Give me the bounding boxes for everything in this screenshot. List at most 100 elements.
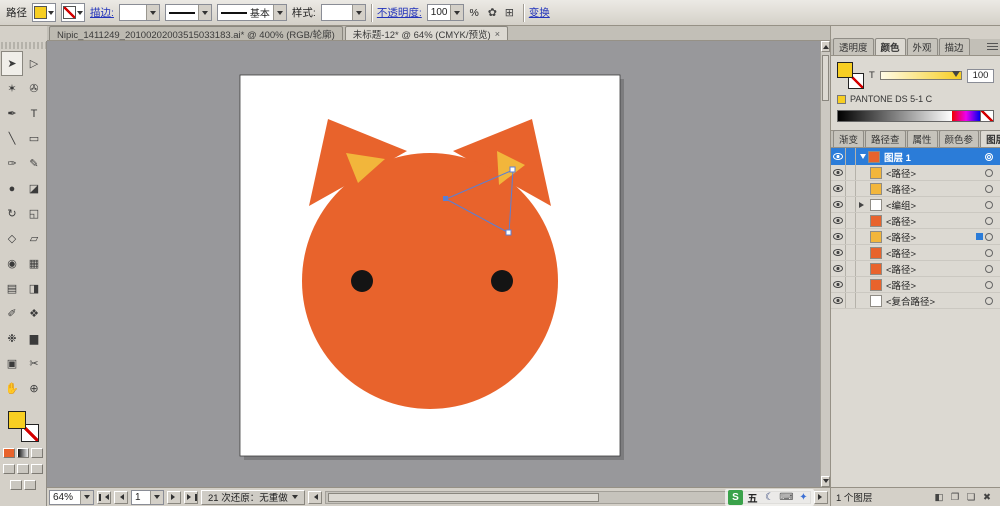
vertical-scrollbar[interactable] xyxy=(820,41,830,487)
zoom-select[interactable]: 64% xyxy=(49,490,94,505)
transform-link[interactable]: 变换 xyxy=(529,5,550,20)
color-spectrum-bar[interactable] xyxy=(837,110,994,122)
layer-item-label[interactable]: <编组> xyxy=(886,198,985,212)
last-artboard-button[interactable] xyxy=(184,491,198,504)
cat-head[interactable] xyxy=(302,153,558,409)
fill-swatch[interactable] xyxy=(837,62,853,78)
eyedropper-tool[interactable]: ✐ xyxy=(1,301,23,326)
stroke-weight-select[interactable] xyxy=(119,4,160,21)
toolbox-icon[interactable]: ✦ xyxy=(796,490,811,505)
eraser-tool[interactable]: ◪ xyxy=(23,176,45,201)
line-segment-tool[interactable]: ╲ xyxy=(1,126,23,151)
moon-icon[interactable]: ☾ xyxy=(762,490,777,505)
layer-item-row[interactable]: <路径> xyxy=(831,213,1000,229)
layer-thumbnail[interactable] xyxy=(870,263,882,275)
visibility-toggle[interactable] xyxy=(831,165,846,180)
shape-builder-tool[interactable]: ◉ xyxy=(1,251,23,276)
scale-tool[interactable]: ◱ xyxy=(23,201,45,226)
artwork-canvas[interactable] xyxy=(47,41,830,487)
new-layer-icon[interactable]: ❏ xyxy=(963,490,979,504)
panel-tab[interactable]: 路径查 xyxy=(865,130,906,147)
artboard-navigation-input[interactable]: 1 xyxy=(131,490,164,505)
fill-swatch[interactable] xyxy=(8,411,26,429)
zoom-tool[interactable]: ⊕ xyxy=(23,376,45,401)
align-panel-icon[interactable]: ⊞ xyxy=(501,4,518,21)
panel-tab[interactable]: 渐变 xyxy=(833,130,864,147)
full-screen-button[interactable] xyxy=(24,480,36,490)
magic-wand-tool[interactable]: ✶ xyxy=(1,76,23,101)
target-icon[interactable] xyxy=(985,169,993,177)
dropdown-button[interactable] xyxy=(352,5,365,20)
lock-toggle[interactable] xyxy=(846,245,856,260)
target-icon[interactable] xyxy=(985,297,993,305)
target-icon[interactable] xyxy=(985,153,993,161)
layer-thumbnail[interactable] xyxy=(870,295,882,307)
lock-toggle[interactable] xyxy=(846,213,856,228)
pencil-tool[interactable]: ✎ xyxy=(23,151,45,176)
panel-tab[interactable]: 透明度 xyxy=(833,38,874,55)
change-screen-mode-button[interactable] xyxy=(10,480,22,490)
layer-item-label[interactable]: <路径> xyxy=(886,262,985,276)
layer-item-label[interactable]: <路径> xyxy=(886,182,985,196)
perspective-grid-tool[interactable]: ▦ xyxy=(23,251,45,276)
scroll-down-button[interactable] xyxy=(821,476,830,487)
layer-thumbnail[interactable] xyxy=(868,151,880,163)
panel-tab[interactable]: 图层 xyxy=(980,130,1000,147)
cat-left-eye[interactable] xyxy=(351,270,373,292)
draw-inside-button[interactable] xyxy=(31,464,43,474)
none-chip[interactable] xyxy=(980,111,993,121)
lock-toggle[interactable] xyxy=(846,181,856,196)
lock-toggle[interactable] xyxy=(846,148,856,165)
document-tab[interactable]: 未标题-12* @ 64% (CMYK/预览) × xyxy=(345,26,508,40)
none-mode-button[interactable] xyxy=(31,448,43,458)
layer-thumbnail[interactable] xyxy=(870,279,882,291)
brush-definition-select[interactable]: 基本 xyxy=(217,4,287,21)
paintbrush-tool[interactable]: ✑ xyxy=(1,151,23,176)
fill-stroke-indicator[interactable] xyxy=(837,62,864,89)
opacity-input[interactable]: 100 xyxy=(427,4,465,21)
make-clip-mask-icon[interactable]: ◧ xyxy=(931,490,947,504)
hand-tool[interactable]: ✋ xyxy=(1,376,23,401)
width-tool[interactable]: ◇ xyxy=(1,226,23,251)
visibility-toggle[interactable] xyxy=(831,213,846,228)
close-icon[interactable]: × xyxy=(495,29,500,39)
panel-tab[interactable]: 外观 xyxy=(907,38,938,55)
dropdown-button[interactable] xyxy=(80,491,93,504)
recolor-artwork-icon[interactable]: ✿ xyxy=(484,4,501,21)
width-profile-select[interactable] xyxy=(165,4,212,21)
tint-slider[interactable] xyxy=(880,71,962,80)
target-icon[interactable] xyxy=(985,185,993,193)
draw-behind-button[interactable] xyxy=(17,464,29,474)
layer-thumbnail[interactable] xyxy=(870,247,882,259)
layer-item-row[interactable]: <复合路径> xyxy=(831,293,1000,309)
column-graph-tool[interactable]: ▆ xyxy=(23,326,45,351)
layer-row-selected[interactable]: 图层 1 xyxy=(831,148,1000,165)
visibility-toggle[interactable] xyxy=(831,197,846,212)
layer-name[interactable]: 图层 1 xyxy=(884,150,985,164)
layer-item-label[interactable]: <路径> xyxy=(886,278,985,292)
layer-thumbnail[interactable] xyxy=(870,183,882,195)
canvas-area[interactable] xyxy=(47,41,830,487)
dropdown-button[interactable] xyxy=(198,5,211,20)
layer-thumbnail[interactable] xyxy=(870,167,882,179)
layer-item-row[interactable]: <编组> xyxy=(831,197,1000,213)
panel-tab[interactable]: 颜色参 xyxy=(939,130,980,147)
visibility-toggle[interactable] xyxy=(831,229,846,244)
draw-normal-button[interactable] xyxy=(3,464,15,474)
layer-item-row[interactable]: <路径> xyxy=(831,181,1000,197)
horizontal-scroll-thumb[interactable] xyxy=(328,493,599,502)
type-tool[interactable]: T xyxy=(23,101,45,126)
fill-color-picker[interactable] xyxy=(32,3,56,22)
layer-thumbnail[interactable] xyxy=(870,231,882,243)
scroll-up-button[interactable] xyxy=(821,41,830,52)
gradient-tool[interactable]: ◨ xyxy=(23,276,45,301)
mesh-tool[interactable]: ▤ xyxy=(1,276,23,301)
layer-item-label[interactable]: <复合路径> xyxy=(886,294,985,308)
lasso-tool[interactable]: ✇ xyxy=(23,76,45,101)
document-tab[interactable]: Nipic_1411249_20100202003515033183.ai* @… xyxy=(49,26,343,40)
layer-item-label[interactable]: <路径> xyxy=(886,230,976,244)
rectangle-tool[interactable]: ▭ xyxy=(23,126,45,151)
keyboard-icon[interactable]: ⌨ xyxy=(779,490,794,505)
panel-tab[interactable]: 描边 xyxy=(939,38,970,55)
slice-tool[interactable]: ✂ xyxy=(23,351,45,376)
